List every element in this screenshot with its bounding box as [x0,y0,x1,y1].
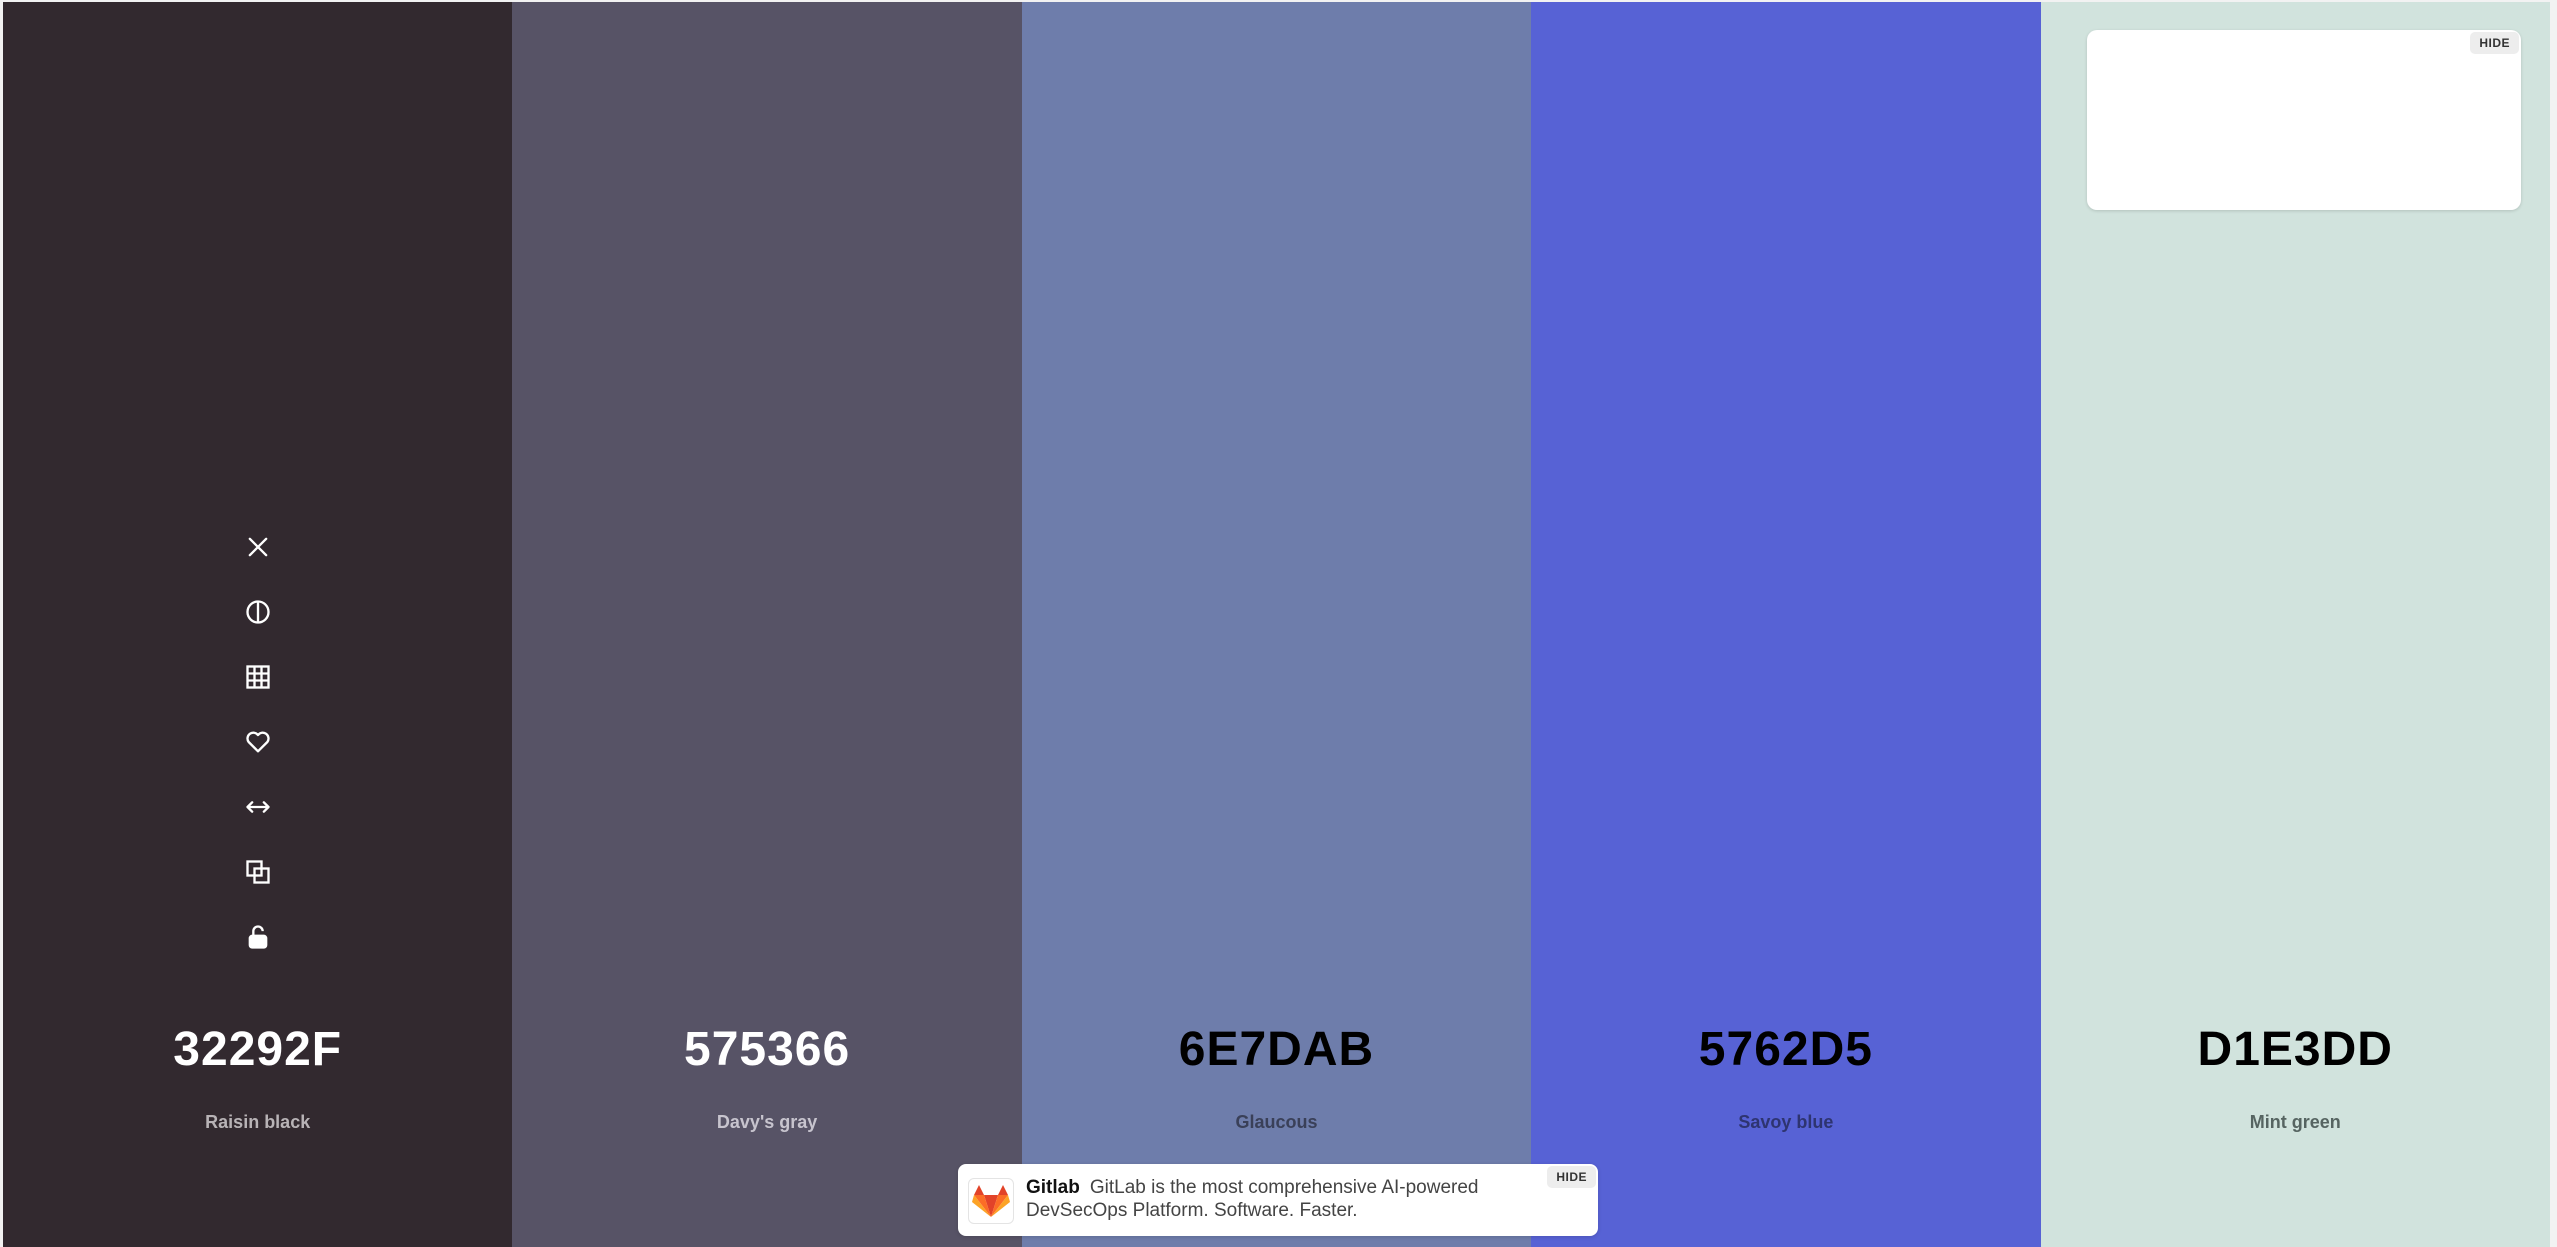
color-swatch-1[interactable]: 32292F Raisin black [3,2,513,1247]
hide-notice-button[interactable]: HIDE [1547,1166,1596,1188]
swatch-toolbar [3,532,512,952]
color-name: Savoy blue [1738,1112,1834,1132]
view-shades-button[interactable] [243,662,273,692]
close-icon [248,537,268,557]
shades-grid-icon [246,665,270,689]
hex-code[interactable]: 5762D5 [1531,1022,2040,1077]
ad-box: HIDE [2087,30,2521,210]
drag-button[interactable] [243,792,273,822]
lock-button[interactable] [243,922,273,952]
notice-text: Gitlab GitLab is the most comprehensive A… [1026,1176,1526,1222]
sponsor-notice[interactable]: Gitlab GitLab is the most comprehensive A… [958,1164,1598,1236]
heart-icon [246,731,270,753]
save-color-button[interactable] [243,727,273,757]
contrast-button[interactable] [243,597,273,627]
hex-code[interactable]: 6E7DAB [1022,1022,1531,1077]
color-swatch-4[interactable]: 5762D5 Savoy blue [1531,2,2041,1247]
hex-code[interactable]: 32292F [3,1022,512,1077]
color-swatch-2[interactable]: 575366 Davy's gray [512,2,1022,1247]
hex-code[interactable]: D1E3DD [2041,1022,2550,1077]
hide-ad-button[interactable]: HIDE [2470,32,2519,54]
copy-hex-button[interactable] [243,857,273,887]
gitlab-logo-icon [968,1178,1014,1224]
copy-icon [246,860,270,884]
notice-brand: Gitlab [1026,1177,1080,1198]
notice-message: GitLab is the most comprehensive AI-powe… [1026,1177,1479,1221]
hex-code[interactable]: 575366 [512,1022,1021,1077]
contrast-icon [246,600,270,624]
color-name: Mint green [2249,1112,2341,1132]
color-swatch-3[interactable]: 6E7DAB Glaucous [1021,2,1532,1247]
color-name: Glaucous [1235,1112,1318,1132]
color-name: Davy's gray [716,1112,818,1132]
color-name: Raisin black [205,1112,311,1132]
remove-color-button[interactable] [243,532,273,562]
unlock-icon [248,925,268,949]
drag-arrows-icon [246,801,270,813]
